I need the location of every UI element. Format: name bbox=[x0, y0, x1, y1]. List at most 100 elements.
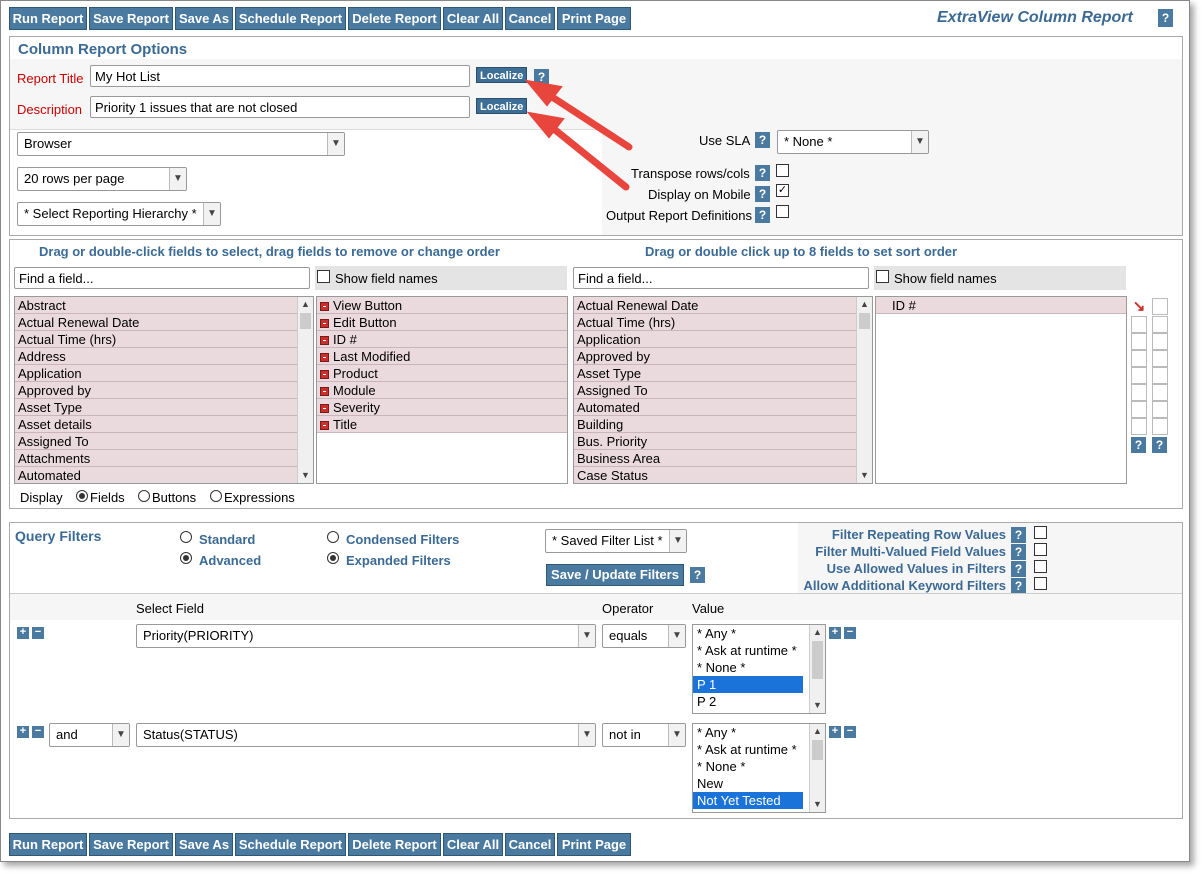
rows-per-page-select[interactable]: 20 rows per page ▼ bbox=[17, 167, 187, 191]
list-item[interactable]: Asset details bbox=[15, 416, 313, 433]
value-option-selected[interactable]: P 1 bbox=[693, 676, 803, 693]
sort-cell[interactable] bbox=[1152, 350, 1168, 367]
help-icon[interactable]: ? bbox=[690, 567, 705, 583]
show-field-names-checkbox-right[interactable] bbox=[876, 270, 889, 283]
filter-operator-select[interactable]: equals ▼ bbox=[602, 624, 686, 648]
scroll-down-icon[interactable]: ▼ bbox=[298, 468, 313, 483]
condensed-radio[interactable] bbox=[327, 531, 339, 543]
print-page-button[interactable]: Print Page bbox=[557, 7, 631, 30]
add-value-icon[interactable]: + bbox=[829, 726, 841, 738]
saved-filter-select[interactable]: * Saved Filter List * ▼ bbox=[545, 529, 687, 553]
scrollbar[interactable]: ▲ ▼ bbox=[856, 297, 872, 483]
list-item[interactable]: Approved by bbox=[15, 382, 313, 399]
list-item[interactable]: Application bbox=[15, 365, 313, 382]
list-item[interactable]: Case Status bbox=[574, 467, 872, 483]
list-item[interactable]: Application bbox=[574, 331, 872, 348]
help-icon[interactable]: ? bbox=[755, 186, 770, 202]
display-mobile-checkbox[interactable]: ✓ bbox=[776, 184, 789, 197]
available-fields-list[interactable]: Abstract Actual Renewal Date Actual Time… bbox=[14, 296, 314, 484]
cancel-button[interactable]: Cancel bbox=[505, 833, 555, 856]
repeating-row-checkbox[interactable] bbox=[1034, 526, 1047, 539]
run-report-button[interactable]: Run Report bbox=[9, 833, 87, 856]
sort-cell[interactable] bbox=[1152, 401, 1168, 418]
sort-cell[interactable] bbox=[1131, 384, 1147, 401]
clear-all-button[interactable]: Clear All bbox=[443, 833, 503, 856]
list-item[interactable]: Asset Type bbox=[574, 365, 872, 382]
advanced-radio[interactable] bbox=[180, 552, 192, 564]
scroll-down-icon[interactable]: ▼ bbox=[810, 698, 825, 713]
list-item[interactable]: Assigned To bbox=[15, 433, 313, 450]
list-item[interactable]: Attachments bbox=[15, 450, 313, 467]
output-definitions-checkbox[interactable] bbox=[776, 205, 789, 218]
list-item[interactable]: Building bbox=[574, 416, 872, 433]
list-item[interactable]: Edit Button bbox=[317, 314, 567, 331]
list-item[interactable]: Last Modified bbox=[317, 348, 567, 365]
reporting-hierarchy-select[interactable]: * Select Reporting Hierarchy * ▼ bbox=[17, 202, 221, 226]
remove-icon[interactable] bbox=[320, 370, 329, 379]
scrollbar[interactable]: ▲ ▼ bbox=[809, 625, 825, 713]
list-item[interactable]: Abstract bbox=[15, 297, 313, 314]
selected-fields-list[interactable]: View Button Edit Button ID # Last Modifi… bbox=[316, 296, 568, 484]
value-option[interactable]: * Ask at runtime * bbox=[693, 642, 825, 659]
display-expressions-radio[interactable] bbox=[210, 490, 222, 502]
schedule-report-button[interactable]: Schedule Report bbox=[235, 7, 346, 30]
help-icon[interactable]: ? bbox=[1011, 561, 1026, 577]
list-item[interactable]: Actual Time (hrs) bbox=[574, 314, 872, 331]
sort-cell[interactable] bbox=[1152, 298, 1168, 315]
remove-value-icon[interactable]: − bbox=[844, 627, 856, 639]
filter-value-list[interactable]: * Any * * Ask at runtime * * None * New … bbox=[692, 723, 826, 813]
show-field-names-checkbox-left[interactable] bbox=[317, 270, 330, 283]
scroll-up-icon[interactable]: ▲ bbox=[810, 625, 825, 640]
help-icon[interactable]: ? bbox=[1131, 437, 1146, 453]
remove-icon[interactable] bbox=[320, 336, 329, 345]
list-item[interactable]: View Button bbox=[317, 297, 567, 314]
remove-icon[interactable] bbox=[320, 404, 329, 413]
add-value-icon[interactable]: + bbox=[829, 627, 841, 639]
help-icon[interactable]: ? bbox=[1158, 9, 1173, 27]
remove-filter-icon[interactable]: − bbox=[32, 726, 44, 738]
sort-cell[interactable] bbox=[1131, 333, 1147, 350]
value-option[interactable]: * Any * bbox=[693, 625, 825, 642]
scroll-thumb[interactable] bbox=[812, 740, 823, 760]
list-item[interactable]: Severity bbox=[317, 399, 567, 416]
print-page-button[interactable]: Print Page bbox=[557, 833, 631, 856]
display-fields-radio[interactable] bbox=[76, 490, 88, 502]
value-option[interactable]: * None * bbox=[693, 758, 825, 775]
help-icon[interactable]: ? bbox=[1011, 544, 1026, 560]
list-item[interactable]: Approved by bbox=[574, 348, 872, 365]
scroll-down-icon[interactable]: ▼ bbox=[857, 468, 872, 483]
remove-icon[interactable] bbox=[320, 387, 329, 396]
expanded-radio[interactable] bbox=[327, 552, 339, 564]
scroll-thumb[interactable] bbox=[812, 641, 823, 679]
localize-title-button[interactable]: Localize bbox=[476, 67, 528, 83]
save-update-filters-button[interactable]: Save / Update Filters bbox=[546, 564, 684, 586]
remove-filter-icon[interactable]: − bbox=[32, 627, 44, 639]
save-as-button[interactable]: Save As bbox=[175, 833, 233, 856]
list-item[interactable]: Actual Time (hrs) bbox=[15, 331, 313, 348]
sort-direction-icon[interactable]: ↘ bbox=[1131, 298, 1147, 315]
list-item[interactable]: ID # bbox=[876, 297, 1126, 314]
sort-cell[interactable] bbox=[1152, 367, 1168, 384]
value-option[interactable]: * Any * bbox=[693, 724, 825, 741]
help-icon[interactable]: ? bbox=[534, 69, 549, 85]
delete-report-button[interactable]: Delete Report bbox=[348, 833, 441, 856]
scroll-down-icon[interactable]: ▼ bbox=[810, 797, 825, 812]
save-report-button[interactable]: Save Report bbox=[89, 833, 173, 856]
list-item[interactable]: Bus. Priority bbox=[574, 433, 872, 450]
standard-radio[interactable] bbox=[180, 531, 192, 543]
list-item[interactable]: Address bbox=[15, 348, 313, 365]
list-item[interactable]: ID # bbox=[317, 331, 567, 348]
remove-icon[interactable] bbox=[320, 421, 329, 430]
help-icon[interactable]: ? bbox=[1011, 527, 1026, 543]
add-filter-icon[interactable]: + bbox=[17, 627, 29, 639]
scroll-up-icon[interactable]: ▲ bbox=[810, 724, 825, 739]
filter-field-select[interactable]: Status(STATUS) ▼ bbox=[136, 723, 596, 747]
transpose-checkbox[interactable] bbox=[776, 164, 789, 177]
run-report-button[interactable]: Run Report bbox=[9, 7, 87, 30]
sort-cell[interactable] bbox=[1131, 316, 1147, 333]
value-option[interactable]: * None * bbox=[693, 659, 825, 676]
sort-cell[interactable] bbox=[1152, 418, 1168, 435]
remove-icon[interactable] bbox=[320, 353, 329, 362]
sort-cell[interactable] bbox=[1152, 384, 1168, 401]
display-buttons-radio[interactable] bbox=[138, 490, 150, 502]
